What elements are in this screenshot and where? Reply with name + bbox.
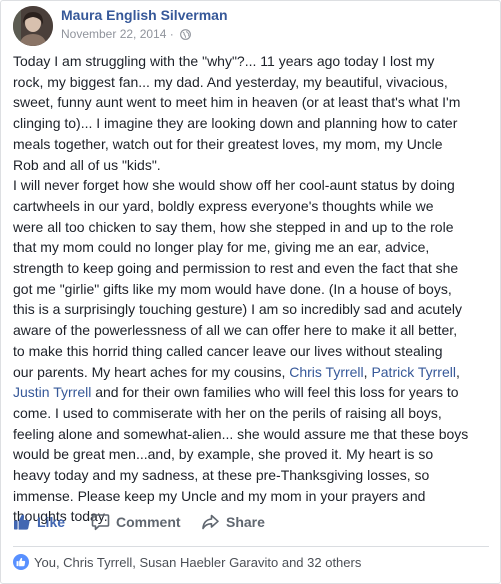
like-reaction-icon: [13, 554, 29, 570]
post-text-segment: Today I am struggling with the "why"?...…: [13, 53, 462, 380]
like-button[interactable]: Like: [13, 509, 65, 535]
like-label: Like: [37, 514, 66, 530]
post-date[interactable]: November 22, 2014: [61, 27, 166, 41]
share-button[interactable]: Share: [201, 509, 265, 535]
mention-link[interactable]: Patrick Tyrrell: [371, 364, 456, 380]
post-card: Maura English Silverman November 22, 201…: [0, 0, 501, 584]
action-bar: Like Comment Share: [13, 509, 489, 535]
reactions-text: You, Chris Tyrrell, Susan Haebler Garavi…: [34, 554, 362, 570]
share-icon: [202, 514, 219, 530]
reactions-summary[interactable]: You, Chris Tyrrell, Susan Haebler Garavi…: [13, 553, 361, 571]
profile-photo: [13, 6, 53, 46]
divider: [13, 546, 489, 547]
mention-link[interactable]: Chris Tyrrell: [289, 364, 363, 380]
share-label: Share: [226, 514, 265, 530]
thumbs-up-icon: [14, 514, 30, 530]
comment-icon: [91, 514, 110, 531]
mention-link[interactable]: Justin Tyrrell: [13, 384, 91, 400]
post-text: Today I am struggling with the "why"?...…: [13, 51, 489, 527]
post-text-segment: and for their own families who will feel…: [13, 384, 469, 525]
post-header: Maura English Silverman November 22, 201…: [13, 6, 483, 46]
post-meta: November 22, 2014 ·: [61, 27, 192, 43]
comment-label: Comment: [116, 514, 181, 530]
avatar[interactable]: [13, 6, 53, 46]
post-text-segment: ,: [455, 363, 460, 380]
globe-icon[interactable]: [180, 29, 192, 43]
author-name[interactable]: Maura English Silverman: [61, 7, 228, 23]
comment-button[interactable]: Comment: [91, 509, 181, 535]
date-separator: ·: [169, 27, 174, 41]
